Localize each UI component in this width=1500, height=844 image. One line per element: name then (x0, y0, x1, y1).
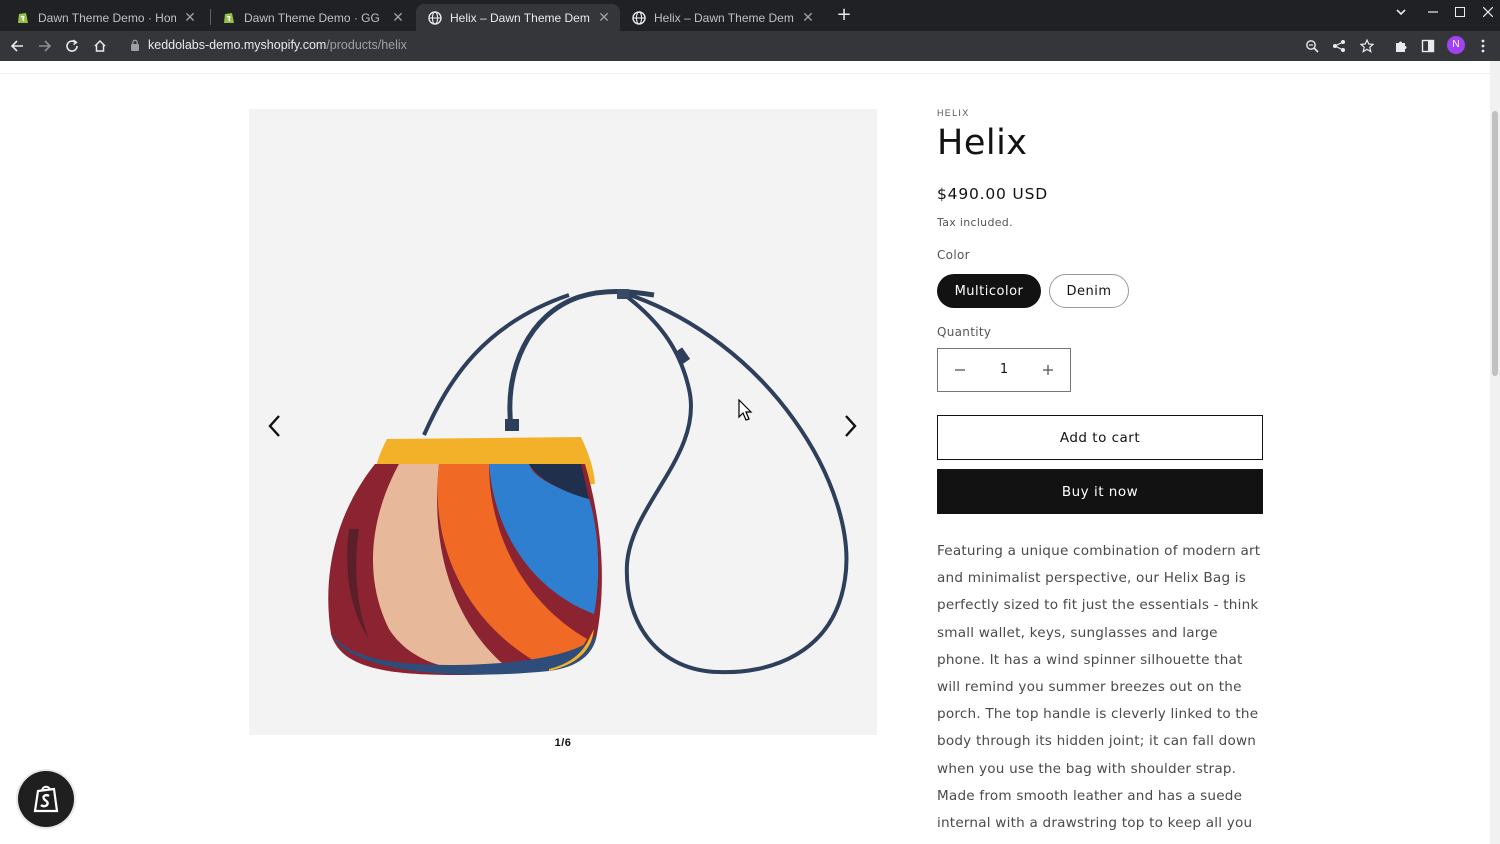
reload-icon[interactable] (62, 36, 82, 56)
minus-icon (955, 369, 965, 371)
browser-tab-title: Helix – Dawn Theme Demo (450, 10, 590, 25)
more-menu-icon[interactable] (1474, 37, 1492, 55)
close-icon[interactable]: ✕ (390, 9, 406, 26)
color-label: Color (937, 248, 970, 262)
shopify-badge-button[interactable] (18, 771, 74, 827)
product-description: Featuring a unique combination of modern… (937, 543, 1261, 844)
back-icon[interactable] (7, 36, 27, 56)
share-icon[interactable] (1330, 37, 1348, 55)
url-path: /products/helix (326, 38, 407, 52)
globe-icon (428, 10, 442, 25)
browser-tab-title: Helix – Dawn Theme Demo (654, 10, 794, 25)
window-close-icon[interactable] (1478, 3, 1498, 25)
add-to-cart-button[interactable]: Add to cart (937, 415, 1263, 460)
side-panel-icon[interactable] (1419, 37, 1437, 55)
shopify-icon (18, 12, 28, 23)
product-page: 1/6 HELIX Helix $490.00 USD Tax included… (0, 61, 1490, 844)
home-icon[interactable] (90, 36, 110, 56)
extensions-puzzle-icon[interactable] (1392, 37, 1410, 55)
browser-tab[interactable]: Dawn Theme Demo · Home · S ✕ (4, 4, 206, 31)
zoom-icon[interactable] (1303, 37, 1321, 55)
next-slide-button[interactable] (839, 411, 863, 441)
chevron-left-icon (268, 415, 280, 437)
tax-note: Tax included. (937, 216, 1013, 229)
color-option-denim[interactable]: Denim (1049, 274, 1129, 308)
browser-tab-title: Dawn Theme Demo · GG Prod (244, 10, 384, 25)
buy-it-now-button[interactable]: Buy it now (937, 469, 1263, 514)
browser-tab-strip: Dawn Theme Demo · Home · S ✕ Dawn Theme … (0, 0, 1500, 31)
slide-counter: 1/6 (554, 737, 572, 749)
quantity-label: Quantity (937, 325, 992, 339)
minimize-icon[interactable] (1423, 3, 1443, 25)
quantity-increase-button[interactable] (1026, 349, 1070, 391)
scrollbar-thumb[interactable] (1492, 111, 1498, 376)
forward-icon[interactable] (35, 36, 55, 56)
maximize-icon[interactable] (1450, 3, 1470, 25)
product-title: Helix (937, 123, 1028, 163)
previous-slide-button[interactable] (262, 411, 286, 441)
shopify-icon (224, 12, 234, 23)
page-scrollbar[interactable] (1490, 61, 1500, 844)
address-bar[interactable]: keddolabs-demo.myshopify.com/products/he… (120, 34, 1300, 58)
close-icon[interactable]: ✕ (182, 9, 198, 26)
browser-toolbar: keddolabs-demo.myshopify.com/products/he… (0, 31, 1500, 61)
bookmark-star-icon[interactable] (1358, 37, 1376, 55)
mouse-cursor-icon (738, 399, 753, 421)
url-host: keddolabs-demo.myshopify.com (148, 38, 327, 52)
chevron-right-icon (845, 415, 857, 437)
browser-tab-title: Dawn Theme Demo · Home · S (38, 10, 176, 25)
globe-icon (632, 10, 646, 25)
browser-tab[interactable]: Helix – Dawn Theme Demo ✕ (620, 4, 824, 31)
quantity-stepper: 1 (937, 348, 1071, 392)
quantity-input[interactable]: 1 (982, 349, 1026, 391)
product-price: $490.00 USD (937, 185, 1048, 203)
color-option-multicolor[interactable]: Multicolor (937, 274, 1041, 308)
header-divider (0, 73, 1490, 74)
lock-icon (131, 39, 139, 51)
close-icon[interactable]: ✕ (596, 9, 612, 26)
browser-tab-active[interactable]: Helix – Dawn Theme Demo ✕ (416, 4, 620, 31)
product-vendor: HELIX (937, 108, 970, 118)
product-media-gallery (249, 109, 877, 735)
close-icon[interactable]: ✕ (800, 9, 816, 26)
product-image (328, 289, 849, 675)
plus-icon (1043, 365, 1053, 375)
new-tab-button[interactable]: + (835, 5, 853, 25)
tab-search-icon[interactable] (1391, 3, 1411, 25)
url-text: keddolabs-demo.myshopify.com/products/he… (148, 38, 407, 52)
shopify-bag-icon (33, 785, 59, 813)
browser-tab[interactable]: Dawn Theme Demo · GG Prod ✕ (210, 4, 414, 31)
profile-avatar[interactable]: N (1447, 36, 1465, 54)
quantity-decrease-button[interactable] (938, 349, 982, 391)
